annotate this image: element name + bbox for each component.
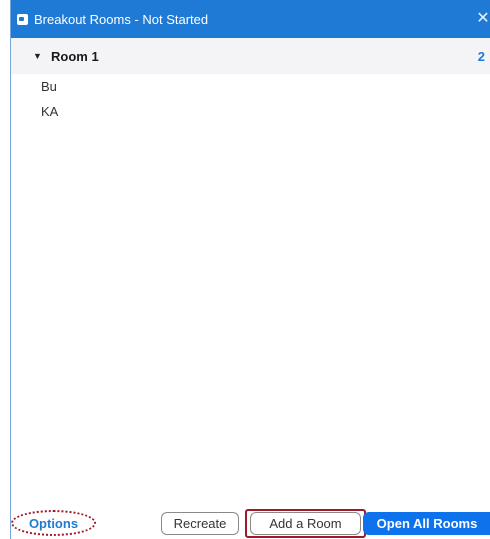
- participant-list: Bu KA: [11, 74, 490, 124]
- room-header-room-1[interactable]: ▼ Room 1 2: [11, 38, 490, 74]
- participant-item[interactable]: KA: [11, 99, 490, 124]
- breakout-rooms-window: Breakout Rooms - Not Started ✕ ▼ Room 1 …: [10, 0, 490, 539]
- footer-bar: Options Recreate Add a Room Open All Roo…: [11, 508, 490, 539]
- add-room-button[interactable]: Add a Room: [250, 512, 361, 535]
- title-bar[interactable]: Breakout Rooms - Not Started ✕: [11, 0, 490, 38]
- recreate-button[interactable]: Recreate: [161, 512, 239, 535]
- room-participant-count: 2: [477, 48, 485, 64]
- zoom-camera-icon: [17, 13, 28, 25]
- close-icon[interactable]: ✕: [475, 11, 490, 27]
- caret-down-icon[interactable]: ▼: [33, 51, 43, 61]
- options-button[interactable]: Options: [11, 510, 96, 536]
- participant-item[interactable]: Bu: [11, 74, 490, 99]
- open-all-rooms-button[interactable]: Open All Rooms: [363, 512, 490, 535]
- window-title: Breakout Rooms - Not Started: [34, 11, 209, 27]
- room-name: Room 1: [51, 48, 99, 64]
